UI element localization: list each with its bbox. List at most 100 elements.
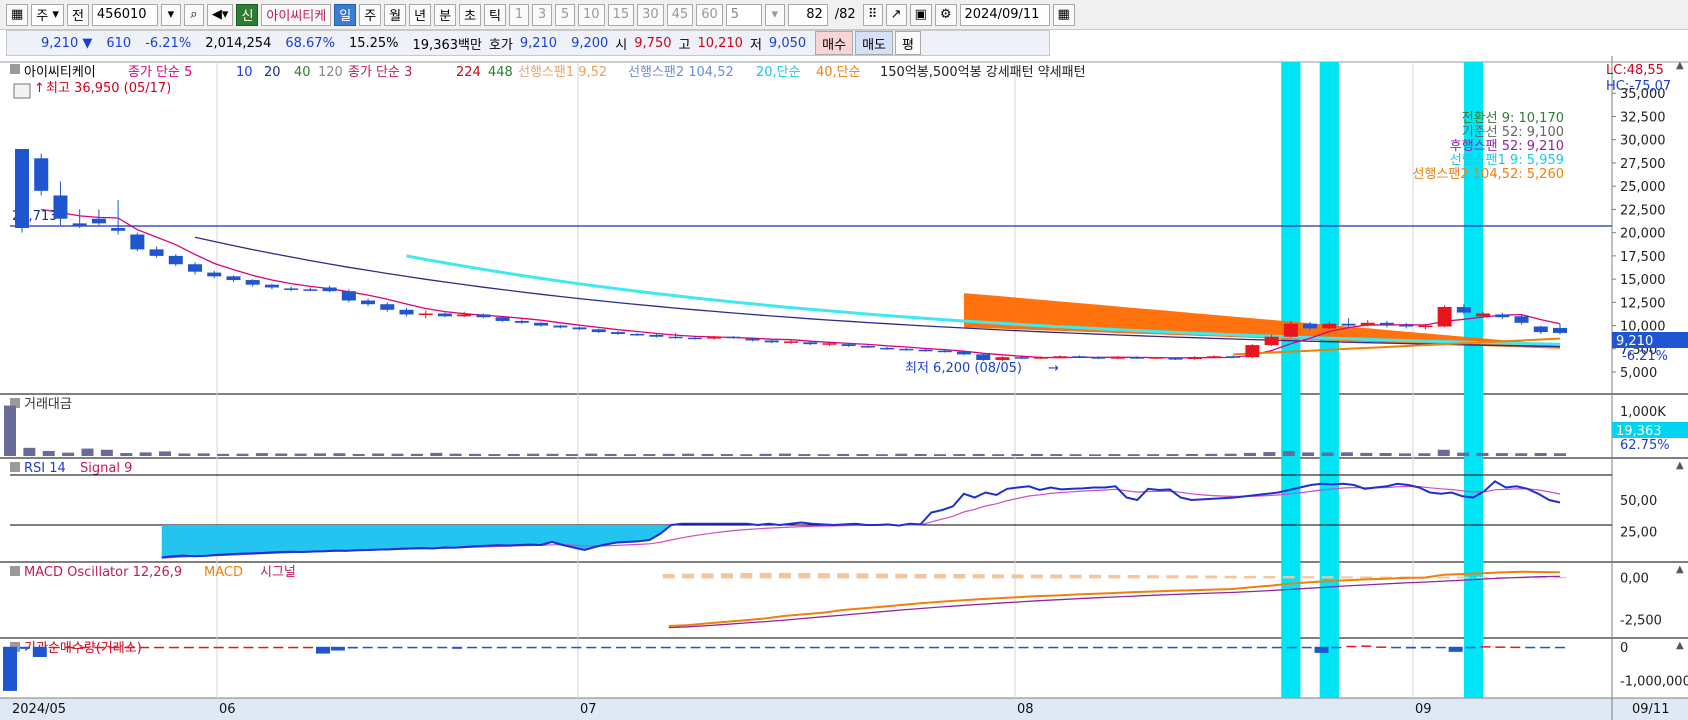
candle-body-55: [1072, 356, 1087, 358]
new-badge[interactable]: 신: [236, 3, 259, 26]
search-icon[interactable]: ⌕: [183, 3, 204, 26]
stock-name[interactable]: 아이씨티케: [261, 3, 332, 26]
highlight-column-1: [1319, 62, 1339, 698]
vol-bar-29: [565, 454, 578, 456]
vol-bar-27: [527, 453, 540, 456]
vol-bar-6: [120, 453, 133, 456]
period-year[interactable]: 년: [409, 3, 432, 26]
vol-bar-32: [624, 454, 636, 456]
save-icon[interactable]: ▣: [909, 3, 932, 26]
interval-3[interactable]: 3: [532, 3, 552, 26]
sound-icon[interactable]: ◀▾: [206, 3, 234, 26]
macd-osc-bar-47: [914, 573, 927, 579]
lc-label: LC:48,55: [1606, 63, 1664, 78]
candle-body-11: [226, 276, 241, 281]
count-input[interactable]: 82: [787, 3, 828, 26]
prev-button[interactable]: 전: [66, 3, 89, 26]
macd-osc-bar-49: [953, 574, 966, 579]
rsi-y-tick-0: 50,00: [1620, 494, 1657, 509]
period-minute[interactable]: 분: [434, 3, 457, 26]
vol-bar-41: [798, 454, 811, 456]
vol-bar-54: [1050, 454, 1063, 456]
inst-bar-39: [586, 646, 597, 649]
inst-bar-12: [183, 646, 194, 649]
inst-bar-11: [168, 646, 179, 649]
macd-osc-bar-38: [740, 573, 753, 579]
inst-bar-81: [1212, 646, 1223, 649]
code-input[interactable]: 456010: [91, 3, 158, 26]
rsi-title: RSI 14: [24, 461, 66, 476]
legend-item-3: 20: [264, 65, 281, 80]
vol-bar-14: [275, 453, 288, 456]
macd-osc-bar-36: [701, 573, 714, 579]
candle-body-35: [687, 337, 702, 340]
period-tick[interactable]: 틱: [484, 3, 506, 26]
inst-bar-49: [735, 646, 746, 649]
interval-15[interactable]: 15: [607, 3, 635, 26]
max-label: 최고 36,950 (05/17): [46, 81, 171, 96]
legend-item-7: 224: [456, 65, 481, 80]
legend-item-12: 40,단순: [816, 65, 861, 80]
inst-bar-67: [1003, 646, 1014, 649]
buy-button[interactable]: 매수: [815, 31, 854, 55]
macd-osc-bar-64: [1244, 575, 1256, 579]
settings-icon[interactable]: ⚙: [934, 3, 957, 26]
calendar-icon[interactable]: ▦: [1052, 3, 1075, 26]
trend-icon[interactable]: ↗: [885, 3, 907, 26]
interval-5[interactable]: 5: [555, 3, 575, 26]
interval-45[interactable]: 45: [666, 3, 694, 26]
macd-osc-bar-63: [1224, 575, 1237, 579]
inst-bar-37: [556, 646, 567, 649]
chart-area[interactable]: 2024/05 06 07 08 09 09/1135,00032,50030,00027…: [0, 56, 1688, 720]
layout-icon[interactable]: ▦: [6, 3, 29, 26]
period-week[interactable]: 주: [359, 3, 382, 26]
vol-bar-62: [1205, 453, 1218, 456]
candle-body-67: [1303, 323, 1318, 329]
candle-body-26: [514, 320, 529, 323]
inst-bar-2: [32, 646, 47, 657]
interval-select[interactable]: 5: [725, 3, 762, 26]
candle-body-39: [764, 340, 779, 343]
rsi-y-tick-1: 25,00: [1620, 525, 1657, 540]
pct-label: -6.21%: [1622, 349, 1668, 364]
vol-bar-79: [1534, 453, 1547, 456]
inst-bar-24: [362, 646, 373, 649]
interval-dropdown-icon[interactable]: ▾: [764, 3, 785, 26]
candle-body-12: [245, 280, 260, 285]
candle-body-78: [1514, 316, 1529, 323]
min-arrow-icon: →: [1048, 361, 1059, 376]
macd-osc-bar-53: [1030, 574, 1043, 579]
date-input[interactable]: 2024/09/11: [959, 3, 1050, 26]
inst-bar-17: [258, 646, 269, 649]
fit-icon[interactable]: ⠿: [862, 3, 883, 26]
even-button[interactable]: 평: [894, 31, 921, 55]
candle-body-54: [1053, 356, 1068, 358]
candle-body-6: [130, 234, 145, 250]
macd-osc-bar-69: [1340, 576, 1353, 579]
vol-bar-42: [817, 454, 830, 456]
period-second[interactable]: 초: [459, 3, 482, 26]
code-dropdown-icon[interactable]: ▾: [160, 3, 181, 26]
candle-body-43: [841, 344, 856, 347]
interval-10[interactable]: 10: [578, 3, 605, 26]
sell-button[interactable]: 매도: [855, 31, 893, 55]
candle-body-0: [15, 149, 29, 228]
hc-label: HC:-75,07: [1606, 79, 1671, 94]
vol-bar-23: [449, 453, 462, 456]
vol-bar-50: [972, 453, 985, 456]
period-month[interactable]: 월: [384, 3, 407, 26]
inst-bar-45: [675, 646, 686, 649]
inst-bar-58: [869, 646, 880, 649]
interval-1[interactable]: 1: [509, 3, 529, 26]
candle-body-19: [380, 304, 395, 310]
interval-60[interactable]: 60: [696, 3, 723, 26]
period-unit-select[interactable]: 주 ▾: [31, 3, 64, 26]
x-tick-label-end: 09/11: [1632, 702, 1669, 717]
vol-bar-77: [1495, 453, 1508, 456]
vol-bar-67: [1302, 452, 1315, 456]
period-day[interactable]: 일: [334, 3, 357, 26]
inst-bar-70: [1048, 646, 1059, 649]
inst-bar-95: [1420, 646, 1431, 649]
interval-30[interactable]: 30: [637, 3, 664, 26]
candle-body-13: [264, 284, 279, 288]
